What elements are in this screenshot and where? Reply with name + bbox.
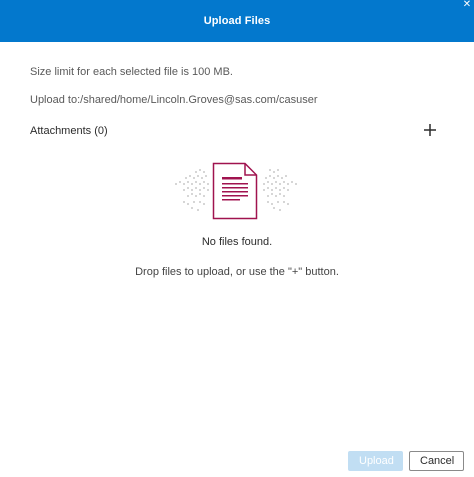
plus-icon xyxy=(424,124,436,136)
dialog-title: Upload Files xyxy=(203,15,271,27)
cancel-button[interactable]: Cancel xyxy=(409,451,464,471)
drop-hint-text: Drop files to upload, or use the "+" but… xyxy=(135,266,339,278)
add-files-button[interactable] xyxy=(422,122,438,138)
close-icon[interactable]: ✕ xyxy=(462,0,472,10)
document-icon xyxy=(175,162,297,220)
upload-button[interactable]: Upload xyxy=(348,451,403,471)
dialog-footer: Upload Cancel xyxy=(348,451,464,471)
attachments-header: Attachments (0) xyxy=(30,122,444,141)
empty-state-graphic xyxy=(174,160,298,222)
size-limit-text: Size limit for each selected file is 100… xyxy=(30,66,233,78)
upload-destination-text: Upload to:/shared/home/Lincoln.Groves@sa… xyxy=(30,94,318,106)
no-files-text: No files found. xyxy=(201,236,273,248)
dialog-title-bar: Upload Files ✕ xyxy=(0,0,474,42)
upload-files-dialog: Upload Files ✕ Size limit for each selec… xyxy=(0,0,474,477)
attachments-label: Attachments (0) xyxy=(30,125,108,137)
